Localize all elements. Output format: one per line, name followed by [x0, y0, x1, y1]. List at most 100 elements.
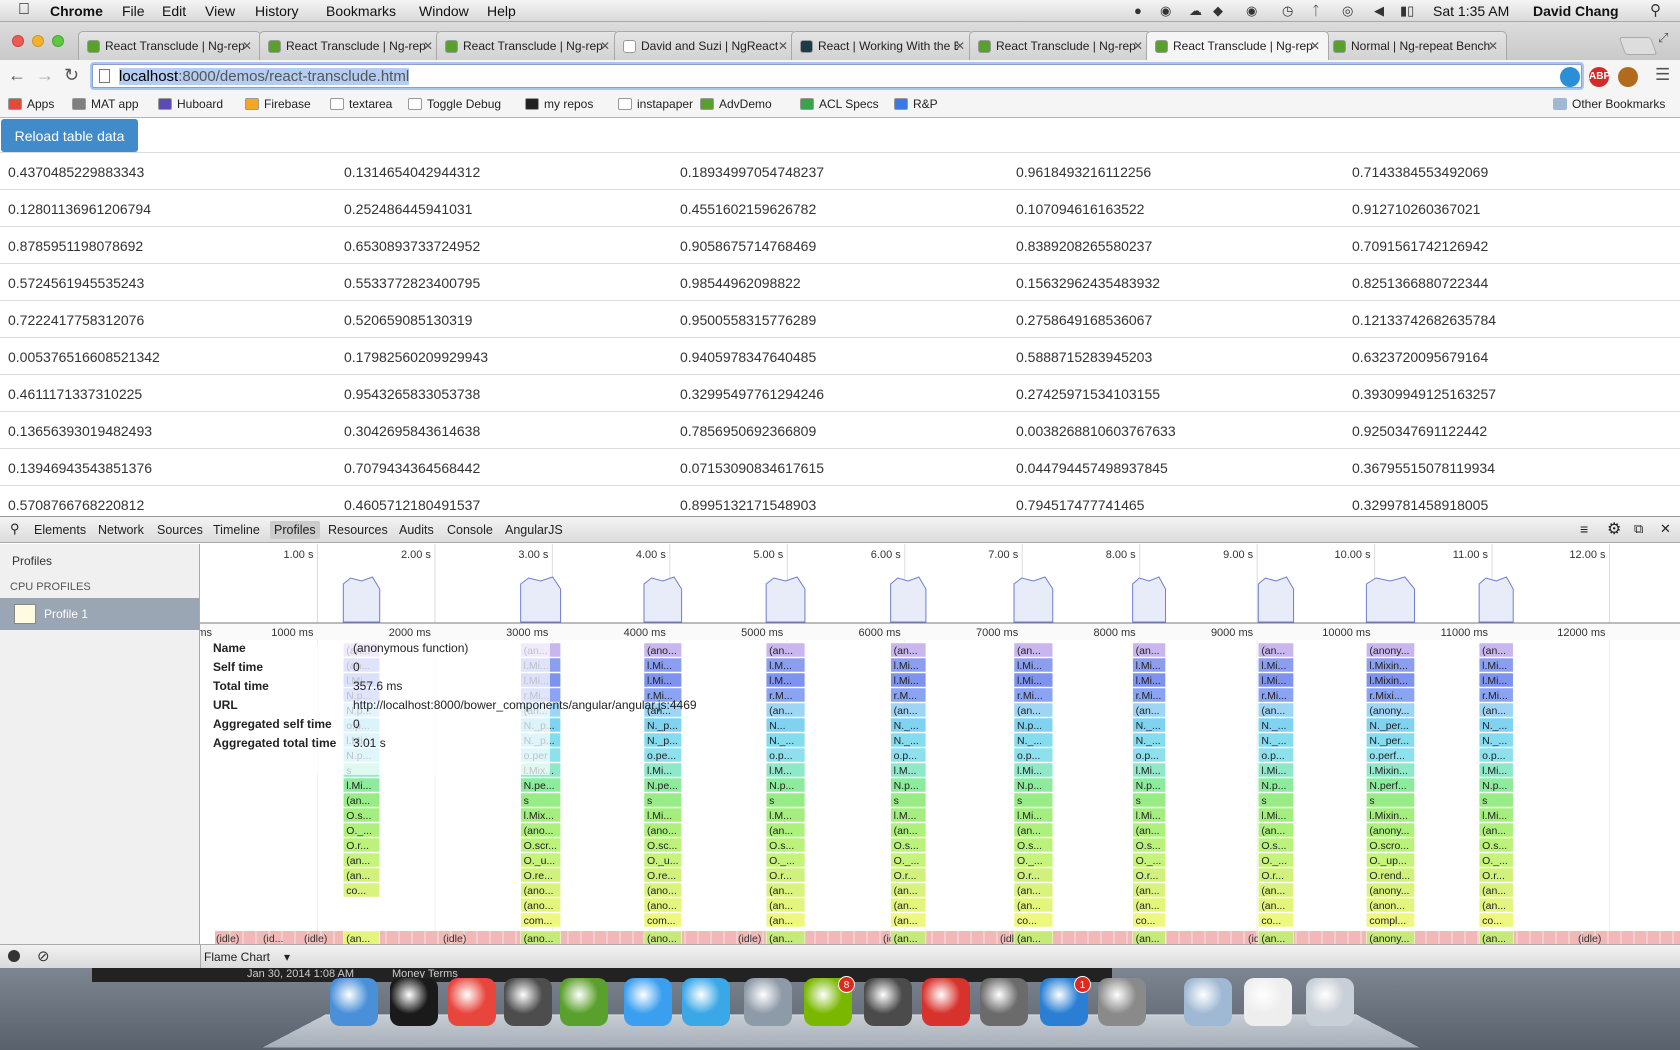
tab-close-icon[interactable]: ✕	[778, 39, 788, 53]
tab-6[interactable]: React Transclude | Ng-rep ✕	[969, 31, 1152, 60]
bookmark-10[interactable]: ACL Specs	[800, 97, 879, 111]
back-button[interactable]: ←	[8, 65, 26, 86]
reload-table-data-button[interactable]: Reload table data	[1, 119, 138, 152]
tab-2[interactable]: React Transclude | Ng-rep ✕	[259, 31, 442, 60]
time-machine-icon[interactable]: ◷	[1282, 3, 1293, 19]
bookmark-7[interactable]: my repos	[525, 97, 593, 111]
finder-icon[interactable]	[330, 978, 378, 1026]
menu-file[interactable]: File	[122, 3, 145, 19]
acorn-extension-icon[interactable]	[1618, 67, 1638, 87]
preview-icon[interactable]	[980, 978, 1028, 1026]
bookmark-1[interactable]: Apps	[8, 97, 54, 111]
show-drawer-icon[interactable]: ≡	[1580, 521, 1588, 537]
cloud-icon[interactable]: ☁	[1189, 3, 1202, 19]
terminal-icon[interactable]	[390, 978, 438, 1026]
evernote-icon[interactable]	[864, 978, 912, 1026]
tab-7[interactable]: React Transclude | Ng-rep ✕	[1146, 31, 1329, 60]
tab-close-icon[interactable]: ✕	[1488, 39, 1498, 53]
chrome-menu-icon[interactable]: ☰	[1655, 65, 1670, 85]
apple-menu-icon[interactable]: 	[18, 1, 30, 19]
undock-icon[interactable]: ⧉	[1634, 521, 1643, 537]
bookmark-8[interactable]: instapaper	[618, 97, 693, 111]
remote-desktop-icon[interactable]	[922, 978, 970, 1026]
adblock-plus-icon[interactable]: ABP	[1589, 67, 1610, 87]
tab-1[interactable]: React Transclude | Ng-rep ✕	[78, 31, 261, 60]
adium-icon[interactable]	[560, 978, 608, 1026]
bookmark-5[interactable]: textarea	[330, 97, 392, 111]
launchpad-icon[interactable]	[744, 978, 792, 1026]
bookmark-3[interactable]: Huboard	[158, 97, 223, 111]
chrome-icon[interactable]	[448, 978, 496, 1026]
twitter-icon[interactable]	[682, 978, 730, 1026]
fullscreen-icon[interactable]: ⤢	[1658, 30, 1668, 46]
devtools-tab-resources[interactable]: Resources	[328, 523, 388, 537]
clear-icon[interactable]: ⊘	[37, 947, 50, 965]
devtools-tab-timeline[interactable]: Timeline	[213, 523, 260, 537]
app-menu[interactable]: Chrome	[50, 3, 103, 19]
menu-help[interactable]: Help	[487, 3, 516, 19]
tab-close-icon[interactable]: ✕	[600, 39, 610, 53]
evernote-status-icon[interactable]: ◆	[1213, 3, 1223, 19]
view-mode-select[interactable]: Flame Chart ▾	[204, 950, 290, 964]
bookmark-9[interactable]: AdvDemo	[700, 97, 772, 111]
wifi-icon[interactable]: ◎	[1342, 3, 1353, 19]
tab-8[interactable]: Normal | Ng-repeat Bench ✕	[1324, 31, 1507, 60]
settings-gear-icon[interactable]: ⚙	[1607, 519, 1621, 539]
bookmark-6[interactable]: Toggle Debug	[408, 97, 501, 111]
notification-icon[interactable]: ●	[1134, 3, 1142, 18]
record-icon[interactable]	[8, 950, 20, 962]
spotlight-icon[interactable]: ⚲	[1650, 1, 1661, 19]
minimize-window-icon[interactable]	[32, 35, 44, 47]
menu-window[interactable]: Window	[419, 3, 469, 19]
inspect-search-icon[interactable]: ⚲	[10, 521, 20, 537]
sublime-icon[interactable]	[504, 978, 552, 1026]
battery-icon[interactable]: ▮▯	[1400, 3, 1414, 19]
clock[interactable]: Sat 1:35 AM	[1433, 3, 1509, 19]
tab-close-icon[interactable]: ✕	[1310, 39, 1320, 53]
tab-close-icon[interactable]: ✕	[423, 39, 433, 53]
devtools-tab-network[interactable]: Network	[98, 523, 144, 537]
devtools-tab-sources[interactable]: Sources	[157, 523, 203, 537]
tab-close-icon[interactable]: ✕	[1133, 39, 1143, 53]
menu-history[interactable]: History	[255, 3, 299, 19]
tab-close-icon[interactable]: ✕	[955, 39, 965, 53]
tab-close-icon[interactable]: ✕	[242, 39, 252, 53]
close-devtools-icon[interactable]: ✕	[1660, 521, 1671, 537]
new-tab-button[interactable]	[1618, 37, 1658, 55]
devtools-tab-angularjs[interactable]: AngularJS	[505, 523, 563, 537]
menu-edit[interactable]: Edit	[162, 3, 186, 19]
menu-bookmarks[interactable]: Bookmarks	[326, 3, 396, 19]
tab-4[interactable]: David and Suzi | NgReact ✕	[614, 31, 797, 60]
trash-icon[interactable]	[1306, 978, 1354, 1026]
tab-5[interactable]: React | Working With the E ✕	[791, 31, 974, 60]
zoom-window-icon[interactable]	[52, 35, 64, 47]
tab-3[interactable]: React Transclude | Ng-rep ✕	[436, 31, 619, 60]
archive-icon[interactable]	[1244, 978, 1292, 1026]
status-icon[interactable]: ◉	[1160, 3, 1171, 19]
devtools-tab-elements[interactable]: Elements	[34, 523, 86, 537]
bookmark-2[interactable]: MAT app	[72, 97, 139, 111]
system-preferences-icon[interactable]	[1098, 978, 1146, 1026]
bluetooth-icon[interactable]: ᛏ	[1312, 3, 1320, 18]
devtools-tab-console[interactable]: Console	[447, 523, 493, 537]
flame-chart[interactable]: 1.00 s 2.00 s 3.00 s 4.00 s 5.00 s 6.00 s 7.00…	[200, 544, 1680, 944]
menu-view[interactable]: View	[205, 3, 235, 19]
other-bookmarks[interactable]: Other Bookmarks	[1553, 97, 1665, 111]
close-window-icon[interactable]	[12, 35, 24, 47]
applications-folder-icon[interactable]	[1184, 978, 1232, 1026]
devtools-tab-profiles[interactable]: Profiles	[270, 521, 320, 539]
address-bar[interactable]: localhost:8000/demos/react-transclude.ht…	[92, 64, 1582, 88]
flame-chart-svg[interactable]: 1.00 s 2.00 s 3.00 s 4.00 s 5.00 s 6.00 s 7.00…	[200, 544, 1680, 944]
bookmark-11[interactable]: R&P	[894, 97, 938, 111]
volume-icon[interactable]: ◀	[1374, 3, 1384, 19]
user-name[interactable]: David Chang	[1533, 3, 1619, 19]
eye-icon[interactable]: ◉	[1246, 3, 1257, 19]
globe-extension-icon[interactable]	[1560, 67, 1580, 87]
reload-page-button[interactable]: ↻	[64, 65, 79, 86]
bookmark-4[interactable]: Firebase	[245, 97, 311, 111]
messages-icon[interactable]	[624, 978, 672, 1026]
idle-label: (idle)	[304, 933, 327, 944]
forward-button[interactable]: →	[36, 65, 54, 86]
profile-1-item[interactable]: Profile 1	[0, 598, 199, 630]
devtools-tab-audits[interactable]: Audits	[399, 523, 434, 537]
